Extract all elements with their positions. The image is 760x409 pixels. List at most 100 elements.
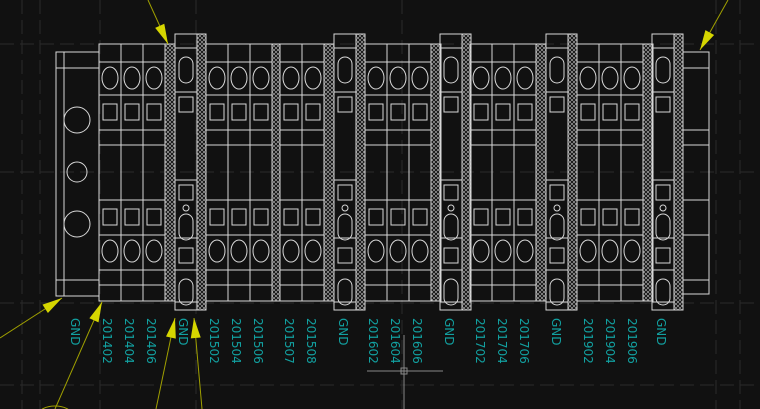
- terminal-label: GND: [442, 318, 456, 346]
- screw-icon: [304, 66, 322, 90]
- test-socket: [124, 208, 140, 226]
- test-socket: [443, 247, 459, 264]
- separator-plate: [567, 33, 578, 311]
- terminal-label: 201504: [229, 318, 243, 364]
- test-socket: [283, 208, 299, 226]
- screw-icon: [282, 239, 300, 263]
- screw-icon: [516, 66, 534, 90]
- terminal-label: 201906: [625, 318, 639, 364]
- terminal-label: 201904: [603, 318, 617, 364]
- terminal-labels: GND 201402 201404 201406 GND 201502 201504 2015…: [68, 318, 668, 364]
- test-socket: [549, 247, 565, 264]
- terminal-label: GND: [176, 318, 190, 346]
- screw-icon: [579, 239, 597, 263]
- screw-icon: [549, 213, 565, 241]
- terminal-label: 201602: [366, 318, 380, 364]
- screw-icon: [337, 213, 353, 241]
- terminal-label: GND: [68, 318, 82, 346]
- test-socket: [305, 103, 321, 121]
- arrow-head-icon: [155, 23, 168, 44]
- screw-icon: [123, 66, 141, 90]
- terminal-label: 201704: [495, 318, 509, 364]
- screw-icon: [367, 66, 385, 90]
- screw-icon: [516, 239, 534, 263]
- terminal-block-drawing[interactable]: GND 201402 201404 201406 GND 201502 201504 2015…: [0, 0, 760, 409]
- screw-icon: [208, 239, 226, 263]
- test-socket: [283, 103, 299, 121]
- test-socket: [390, 103, 406, 121]
- test-socket: [602, 103, 618, 121]
- separator-plate: [164, 43, 176, 302]
- screw-icon: [123, 239, 141, 263]
- arrow-head-icon: [42, 298, 62, 314]
- screw-icon: [655, 213, 671, 241]
- terminal-label: 201508: [304, 318, 318, 364]
- test-socket: [517, 208, 533, 226]
- screw-icon: [443, 278, 459, 306]
- terminal-label: 201502: [207, 318, 221, 364]
- screw-icon: [472, 66, 490, 90]
- screw-icon: [443, 213, 459, 241]
- test-socket: [337, 96, 353, 113]
- test-socket: [178, 184, 194, 201]
- screw-icon: [601, 239, 619, 263]
- screw-icon: [494, 239, 512, 263]
- test-socket: [443, 184, 459, 201]
- terminal-label: 201404: [122, 318, 136, 364]
- separator-plate: [196, 33, 207, 311]
- test-socket: [178, 247, 194, 264]
- test-socket: [580, 208, 596, 226]
- test-socket: [390, 208, 406, 226]
- screw-icon: [178, 56, 194, 84]
- screw-icon: [101, 239, 119, 263]
- screw-icon: [178, 213, 194, 241]
- test-socket: [624, 208, 640, 226]
- separator-plate: [535, 43, 547, 302]
- screw-icon: [145, 66, 163, 90]
- arrow-head-icon: [700, 30, 715, 50]
- screw-icon: [579, 66, 597, 90]
- test-socket: [253, 103, 269, 121]
- terminal-label: GND: [336, 318, 350, 346]
- test-socket: [495, 208, 511, 226]
- terminal-label: 201606: [410, 318, 424, 364]
- terminal-label: GND: [549, 318, 563, 346]
- screw-icon: [549, 278, 565, 306]
- test-socket: [473, 208, 489, 226]
- test-socket: [209, 103, 225, 121]
- test-socket: [549, 96, 565, 113]
- test-socket: [495, 103, 511, 121]
- test-socket: [443, 96, 459, 113]
- terminal-label: 201604: [388, 318, 402, 364]
- test-socket: [146, 208, 162, 226]
- test-socket: [655, 247, 671, 264]
- screw-icon: [230, 239, 248, 263]
- screw-icon: [252, 66, 270, 90]
- screw-icon: [411, 239, 429, 263]
- screw-icon: [549, 56, 565, 84]
- test-socket: [412, 103, 428, 121]
- test-socket: [102, 103, 118, 121]
- terminal-label: 201706: [517, 318, 531, 364]
- terminal-label: 201506: [251, 318, 265, 364]
- screw-icon: [623, 239, 641, 263]
- screw-icon: [655, 278, 671, 306]
- screw-icon: [443, 56, 459, 84]
- screw-icon: [494, 66, 512, 90]
- terminal-label: 201406: [144, 318, 158, 364]
- end-clamp-left: [55, 51, 100, 297]
- screw-icon: [208, 66, 226, 90]
- screw-icon: [101, 66, 119, 90]
- terminal-label: GND: [654, 318, 668, 346]
- separator-plate: [461, 33, 472, 311]
- terminal-label: 201702: [473, 318, 487, 364]
- test-socket: [253, 208, 269, 226]
- screw-icon: [252, 239, 270, 263]
- screw-icon: [282, 66, 300, 90]
- test-socket: [305, 208, 321, 226]
- screw-icon: [601, 66, 619, 90]
- screw-icon: [145, 239, 163, 263]
- test-socket: [473, 103, 489, 121]
- test-socket: [231, 103, 247, 121]
- screw-icon: [367, 239, 385, 263]
